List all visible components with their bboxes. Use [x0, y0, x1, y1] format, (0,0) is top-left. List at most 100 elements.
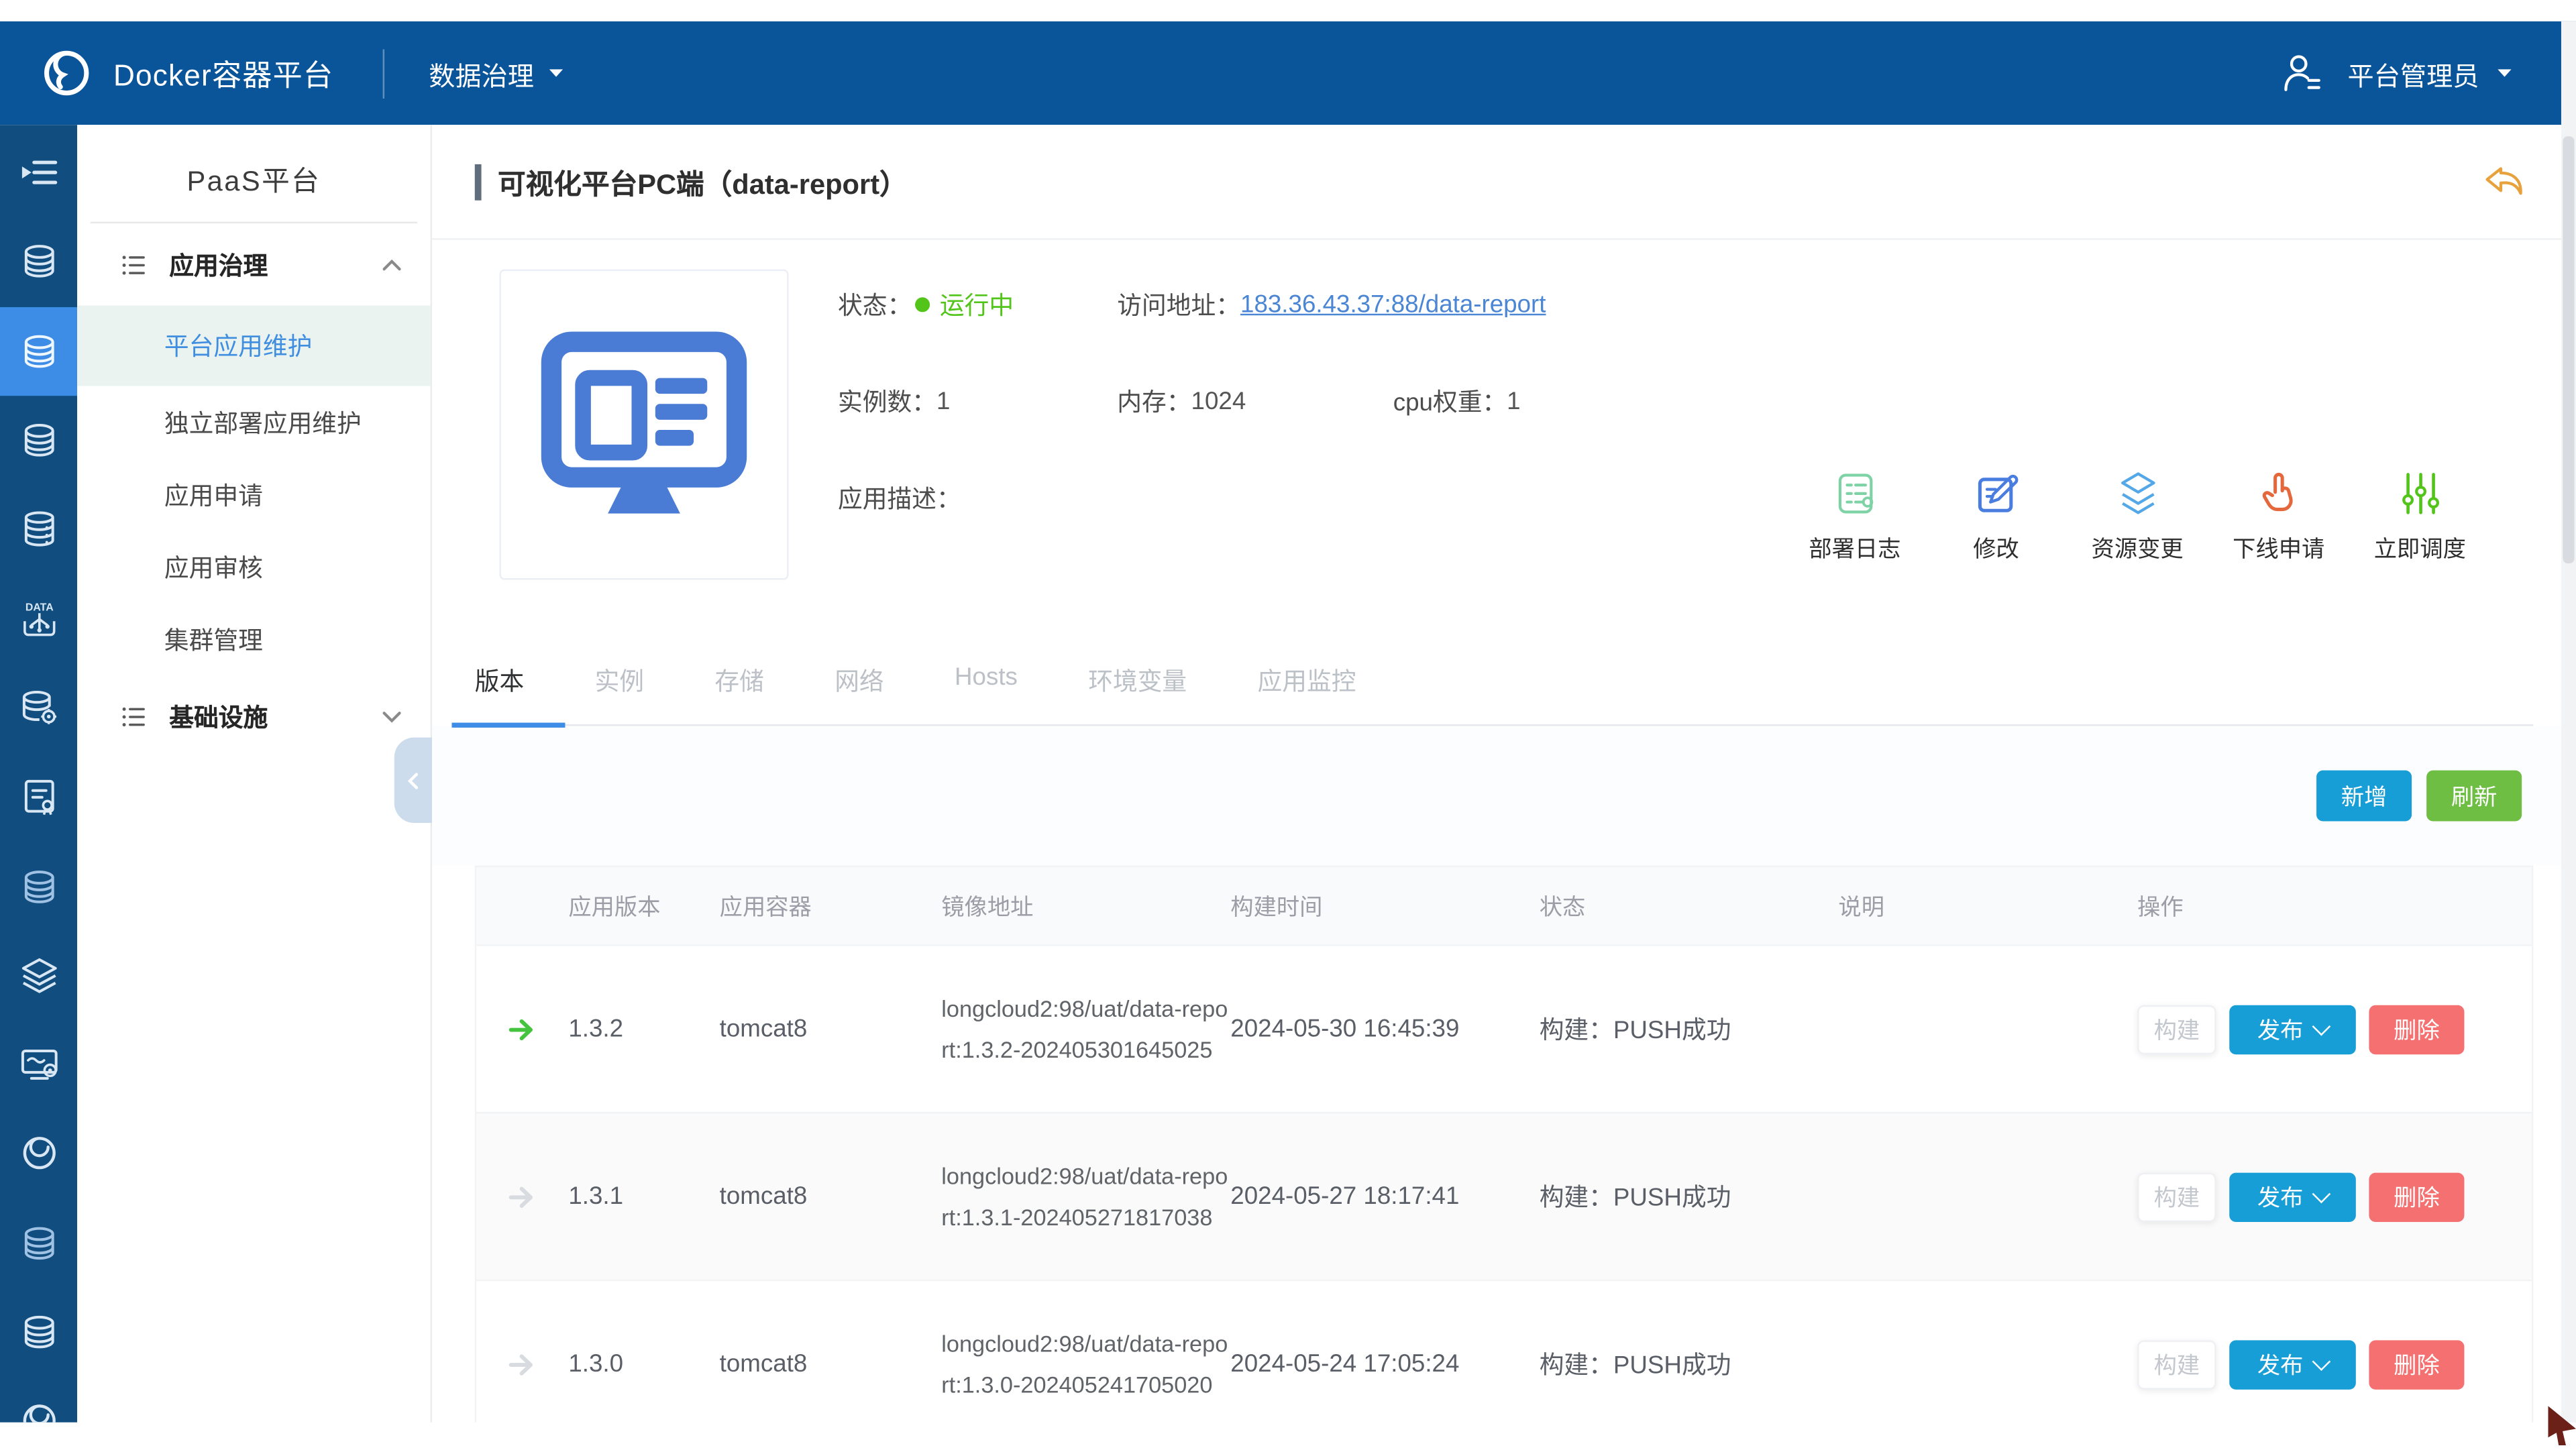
tab-instance[interactable]: 实例 — [595, 663, 645, 698]
instances-label: 实例数： — [838, 384, 936, 419]
cell-image: longcloud2:98/uat/data-report:1.3.2-2024… — [941, 988, 1230, 1070]
memory-field: 内存： 1024 — [1117, 384, 1246, 419]
table-row-version-1-3-0: 1.3.0 tomcat8 longcloud2:98/uat/data-rep… — [476, 1280, 2532, 1423]
cell-version: 1.3.0 — [568, 1350, 719, 1378]
image-address: longcloud2:98/uat/data-report:1.3.0-2024… — [941, 1329, 1228, 1396]
column-header-version: 应用版本 — [568, 889, 719, 922]
rail-item-database-3[interactable] — [0, 396, 77, 485]
nav-dropdown-data-governance[interactable]: 数据治理 — [429, 54, 565, 93]
instances-field: 实例数： 1 — [838, 384, 950, 419]
certificate-icon — [17, 775, 60, 818]
info-row-2: 实例数： 1 内存： 1024 cpu权重： 1 — [838, 384, 2576, 419]
rail-item-database-5[interactable] — [0, 1198, 77, 1288]
user-menu[interactable]: 平台管理员 — [2279, 50, 2514, 97]
database-icon — [17, 241, 60, 284]
action-label: 立即调度 — [2374, 532, 2466, 565]
cell-status: 构建：PUSH成功 — [1540, 1347, 1839, 1381]
publish-button[interactable]: 发布 — [2229, 1005, 2356, 1054]
scrollbar-thumb[interactable] — [2563, 136, 2574, 563]
rail-item-database-gear[interactable] — [0, 663, 77, 752]
table-toolbar: 新增 刷新 — [432, 726, 2576, 865]
schedule-now-icon — [2394, 468, 2445, 519]
tab-env-variables[interactable]: 环境变量 — [1088, 663, 1187, 698]
build-button[interactable]: 构建 — [2137, 1339, 2216, 1388]
sidebar-item-app-application[interactable]: 应用申请 — [77, 458, 431, 531]
platform-logo-icon — [41, 48, 92, 99]
action-modify[interactable]: 修改 — [1948, 468, 2043, 565]
tab-storage[interactable]: 存储 — [714, 663, 764, 698]
tab-hosts[interactable]: Hosts — [955, 663, 1018, 698]
back-arrow-icon[interactable] — [2481, 160, 2527, 206]
sidebar-item-app-review[interactable]: 应用审核 — [77, 531, 431, 603]
tab-app-monitoring[interactable]: 应用监控 — [1258, 663, 1356, 698]
column-header-image: 镜像地址 — [941, 889, 1230, 922]
app-info-grid: 状态： 运行中 访问地址： 183.36.43.37:88/data-repor… — [838, 270, 2576, 628]
rail-item-layers[interactable] — [0, 931, 77, 1020]
rail-item-database-rack[interactable] — [0, 485, 77, 574]
deploy-log-icon — [1829, 468, 1880, 519]
tab-network[interactable]: 网络 — [835, 663, 884, 698]
title-accent-bar — [475, 164, 482, 200]
publish-button[interactable]: 发布 — [2229, 1339, 2356, 1388]
publish-button[interactable]: 发布 — [2229, 1172, 2356, 1221]
sidebar-item-standalone-app-maintenance[interactable]: 独立部署应用维护 — [77, 386, 431, 459]
action-deploy-log[interactable]: 部署日志 — [1807, 468, 1902, 565]
table-row-version-1-3-2: 1.3.2 tomcat8 longcloud2:98/uat/data-rep… — [476, 944, 2532, 1112]
app-root: Docker容器平台 数据治理 平台管理员 — [0, 0, 2576, 1450]
rail-item-database-1[interactable] — [0, 217, 77, 306]
database-rack-icon — [17, 508, 60, 551]
top-navbar: Docker容器平台 数据治理 平台管理员 — [0, 21, 2576, 125]
info-row-1: 状态： 运行中 访问地址： 183.36.43.37:88/data-repor… — [838, 288, 2576, 322]
rail-item-database-2-active[interactable] — [0, 306, 77, 396]
rail-item-database-6[interactable] — [0, 1288, 77, 1377]
action-resource-change[interactable]: 资源变更 — [2090, 468, 2185, 565]
database-icon — [17, 419, 60, 462]
chevron-left-icon — [402, 769, 424, 791]
sidebar-group-app-governance[interactable]: 应用治理 — [77, 223, 431, 305]
cell-build-time: 2024-05-27 18:17:41 — [1230, 1182, 1539, 1211]
sidebar-item-cluster-management[interactable]: 集群管理 — [77, 603, 431, 675]
rail-item-swirl-2[interactable] — [0, 1377, 77, 1423]
cell-image: longcloud2:98/uat/data-report:1.3.1-2024… — [941, 1156, 1230, 1237]
cpu-field: cpu权重： 1 — [1393, 384, 1521, 419]
delete-button[interactable]: 删除 — [2369, 1172, 2464, 1221]
build-button[interactable]: 构建 — [2137, 1172, 2216, 1221]
chevron-down-icon — [2312, 1184, 2331, 1203]
access-url-link[interactable]: 183.36.43.37:88/data-report — [1240, 290, 1546, 319]
offline-request-icon — [2253, 468, 2304, 519]
cell-operations: 构建 发布 删除 — [2137, 1005, 2532, 1054]
chevron-up-icon — [380, 252, 405, 277]
sidebar-item-platform-app-maintenance[interactable]: 平台应用维护 — [77, 306, 431, 386]
add-button[interactable]: 新增 — [2316, 771, 2412, 822]
cell-container: tomcat8 — [720, 1015, 942, 1043]
current-version-marker — [476, 1013, 568, 1046]
action-schedule-now[interactable]: 立即调度 — [2372, 468, 2467, 565]
app-summary: 状态： 运行中 访问地址： 183.36.43.37:88/data-repor… — [432, 240, 2576, 628]
vertical-scrollbar[interactable] — [2561, 21, 2576, 1423]
rail-item-menu-toggle[interactable] — [0, 128, 77, 217]
delete-button[interactable]: 删除 — [2369, 1005, 2464, 1054]
app-title: Docker容器平台 — [113, 52, 333, 95]
publish-label: 发布 — [2257, 1013, 2304, 1046]
build-button[interactable]: 构建 — [2137, 1005, 2216, 1054]
delete-button[interactable]: 删除 — [2369, 1339, 2464, 1388]
rail-item-database-4[interactable] — [0, 842, 77, 931]
refresh-button[interactable]: 刷新 — [2426, 771, 2522, 822]
sidebar-group-infrastructure[interactable]: 基础设施 — [77, 675, 431, 757]
rail-item-monitor-gear[interactable] — [0, 1020, 77, 1109]
action-offline-request[interactable]: 下线申请 — [2231, 468, 2326, 565]
memory-label: 内存： — [1117, 384, 1191, 419]
caret-down-icon — [2496, 64, 2514, 82]
cell-container: tomcat8 — [720, 1182, 942, 1211]
cell-status: 构建：PUSH成功 — [1540, 1179, 1839, 1213]
sidebar-item-label: 应用审核 — [164, 549, 263, 583]
cell-image: longcloud2:98/uat/data-report:1.3.0-2024… — [941, 1323, 1230, 1405]
rail-item-data-flow[interactable] — [0, 574, 77, 663]
cell-status: 构建：PUSH成功 — [1540, 1012, 1839, 1046]
sidebar-collapse-handle[interactable] — [394, 738, 432, 823]
column-header-note: 说明 — [1838, 889, 2137, 922]
tab-version[interactable]: 版本 — [475, 663, 525, 698]
action-label: 修改 — [1973, 532, 2019, 565]
rail-item-swirl-1[interactable] — [0, 1109, 77, 1198]
rail-item-certificate[interactable] — [0, 752, 77, 842]
